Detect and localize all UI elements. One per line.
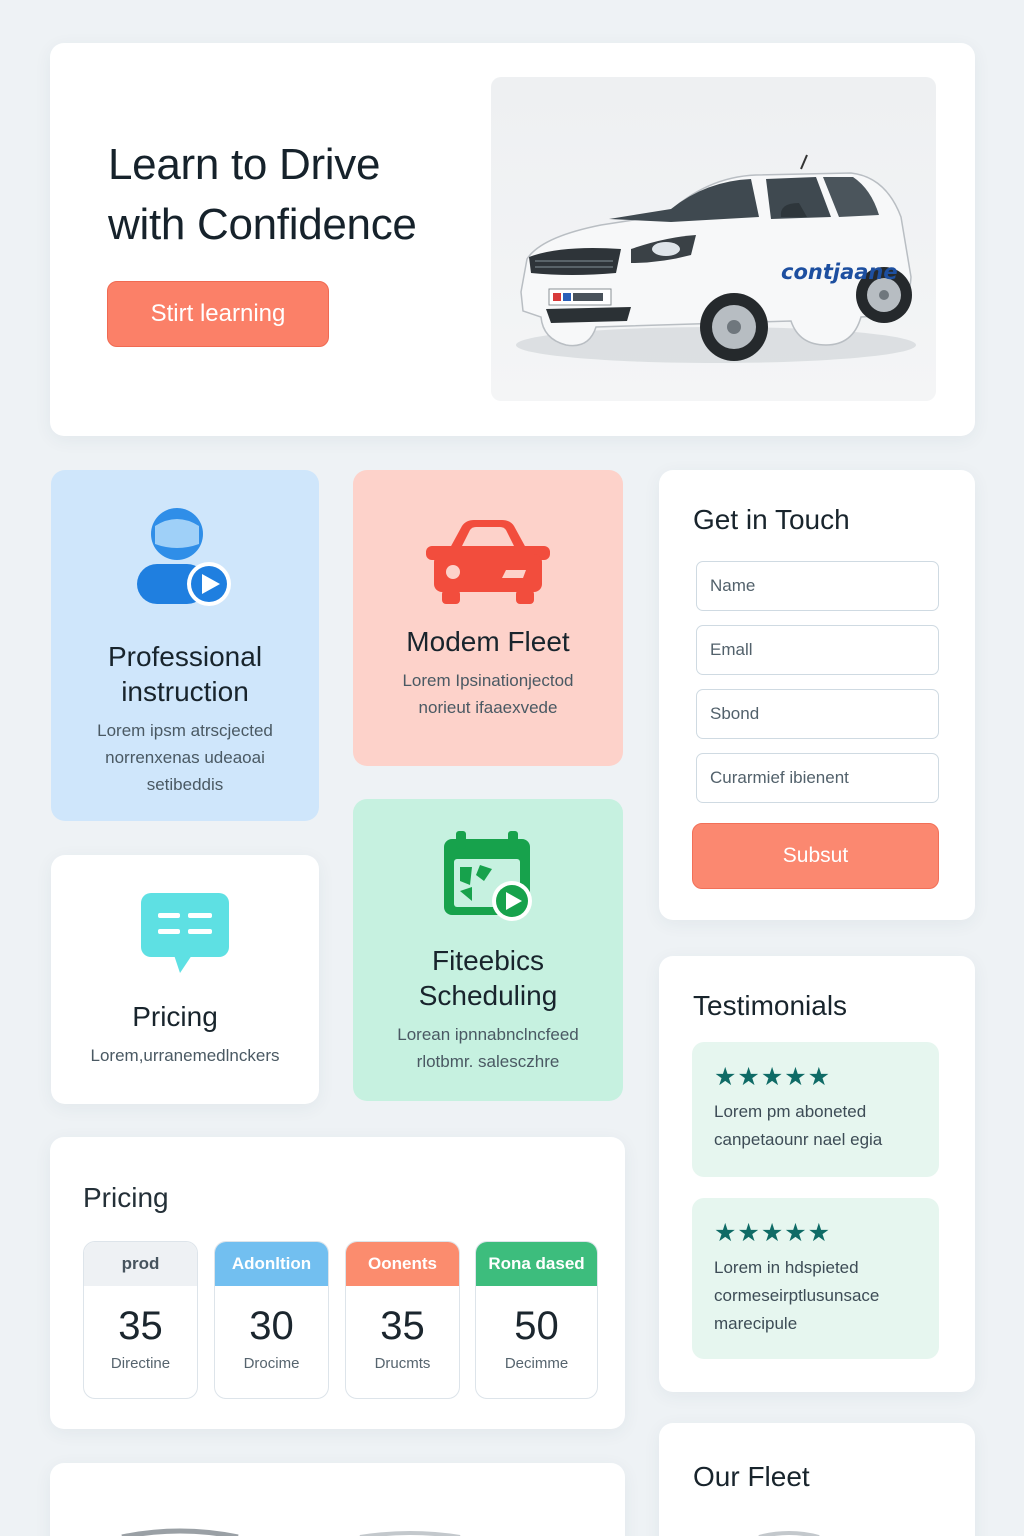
plan-price: 50 <box>514 1304 559 1348</box>
chat-icon <box>141 893 229 973</box>
hero-car-image: contjaane <box>491 77 936 401</box>
plan-price: 30 <box>249 1304 294 1348</box>
feature-title: Pricing <box>132 1001 218 1032</box>
submit-button[interactable]: Subsut <box>692 823 939 889</box>
testimonials-card: Testimonials ★★★★★ Lorem pm aboneted can… <box>659 956 975 1392</box>
hero-card: Learn to Drive with Confidence Stirt lea… <box>50 43 975 436</box>
hero-title: Learn to Drive with Confidence <box>108 135 417 255</box>
feature-card-fleet[interactable]: Modem Fleet Lorem Ipsinationjectod norie… <box>353 470 623 766</box>
feature-title: Professional instruction <box>107 641 263 707</box>
email-field[interactable] <box>696 625 939 675</box>
testimonial-text: Lorem pm aboneted canpetaounr nael egia <box>714 1102 883 1149</box>
rating-stars: ★★★★★ <box>714 1063 832 1091</box>
contact-title: Get in Touch <box>693 504 850 535</box>
hero-title-line2: with Confidence <box>108 200 417 249</box>
testimonial-item: ★★★★★ Lorem in hdspieted cormeseirptlusu… <box>692 1198 939 1359</box>
pricing-card: Pricing prod 35 Directine Adonltion 30 D… <box>50 1137 625 1429</box>
feature-desc: Lorem ipsm atrscjected norrenxenas udeao… <box>97 721 273 794</box>
plan-label: Drocime <box>243 1355 300 1372</box>
plan-price: 35 <box>118 1304 163 1348</box>
pricing-plan[interactable]: prod 35 Directine <box>83 1241 198 1399</box>
calendar-icon <box>444 831 532 921</box>
car-thumbnails <box>121 1528 461 1536</box>
feature-card-instruction[interactable]: Professional instruction Lorem ipsm atrs… <box>51 470 319 821</box>
svg-text:contjaane: contjaane <box>781 260 898 284</box>
testimonials-title: Testimonials <box>693 990 848 1021</box>
plan-name: Rona dased <box>476 1242 597 1286</box>
subject-field[interactable] <box>696 689 939 739</box>
feature-title: Modem Fleet <box>406 626 570 657</box>
plan-label: Drucmts <box>374 1355 431 1372</box>
rating-stars: ★★★★★ <box>714 1219 832 1247</box>
pricing-plan[interactable]: Adonltion 30 Drocime <box>214 1241 329 1399</box>
message-field[interactable] <box>696 753 939 803</box>
fleet-card: Our Fleet <box>659 1423 975 1536</box>
hero-title-line1: Learn to Drive <box>108 140 381 189</box>
pricing-plan[interactable]: Oonents 35 Drucmts <box>345 1241 460 1399</box>
feature-desc: Lorean ipnnabnclncfeed rlotbmr. salesczh… <box>397 1025 579 1071</box>
pricing-title: Pricing <box>83 1182 169 1213</box>
car-illustration: contjaane <box>516 154 916 363</box>
plan-label: Decimme <box>504 1355 569 1372</box>
plan-name: prod <box>84 1242 197 1286</box>
fleet-car-thumbnail <box>758 1531 820 1536</box>
feature-desc: Lorem,urranemedlnckers <box>90 1046 280 1065</box>
feature-title: Fiteebics Scheduling <box>418 945 558 1011</box>
fleet-title: Our Fleet <box>693 1461 810 1492</box>
name-field[interactable] <box>696 561 939 611</box>
gallery-card <box>50 1463 625 1536</box>
pricing-plan[interactable]: Rona dased 50 Decimme <box>475 1241 598 1399</box>
plan-label: Directine <box>110 1355 171 1372</box>
feature-card-scheduling[interactable]: Fiteebics Scheduling Lorean ipnnabnclncf… <box>353 799 623 1101</box>
car-icon <box>426 520 550 604</box>
contact-card: Get in Touch Subsut <box>659 470 975 920</box>
plan-name: Adonltion <box>215 1242 328 1286</box>
start-learning-button[interactable]: Stirt learning <box>107 281 329 347</box>
testimonial-item: ★★★★★ Lorem pm aboneted canpetaounr nael… <box>692 1042 939 1177</box>
feature-desc: Lorem Ipsinationjectod norieut ifaaexved… <box>402 671 574 717</box>
plan-price: 35 <box>380 1304 425 1348</box>
feature-card-pricing[interactable]: Pricing Lorem,urranemedlnckers <box>51 855 319 1104</box>
testimonial-text: Lorem in hdspieted cormeseirptlusunsace … <box>714 1258 880 1333</box>
plan-name: Oonents <box>346 1242 459 1286</box>
instructor-icon <box>137 508 231 606</box>
